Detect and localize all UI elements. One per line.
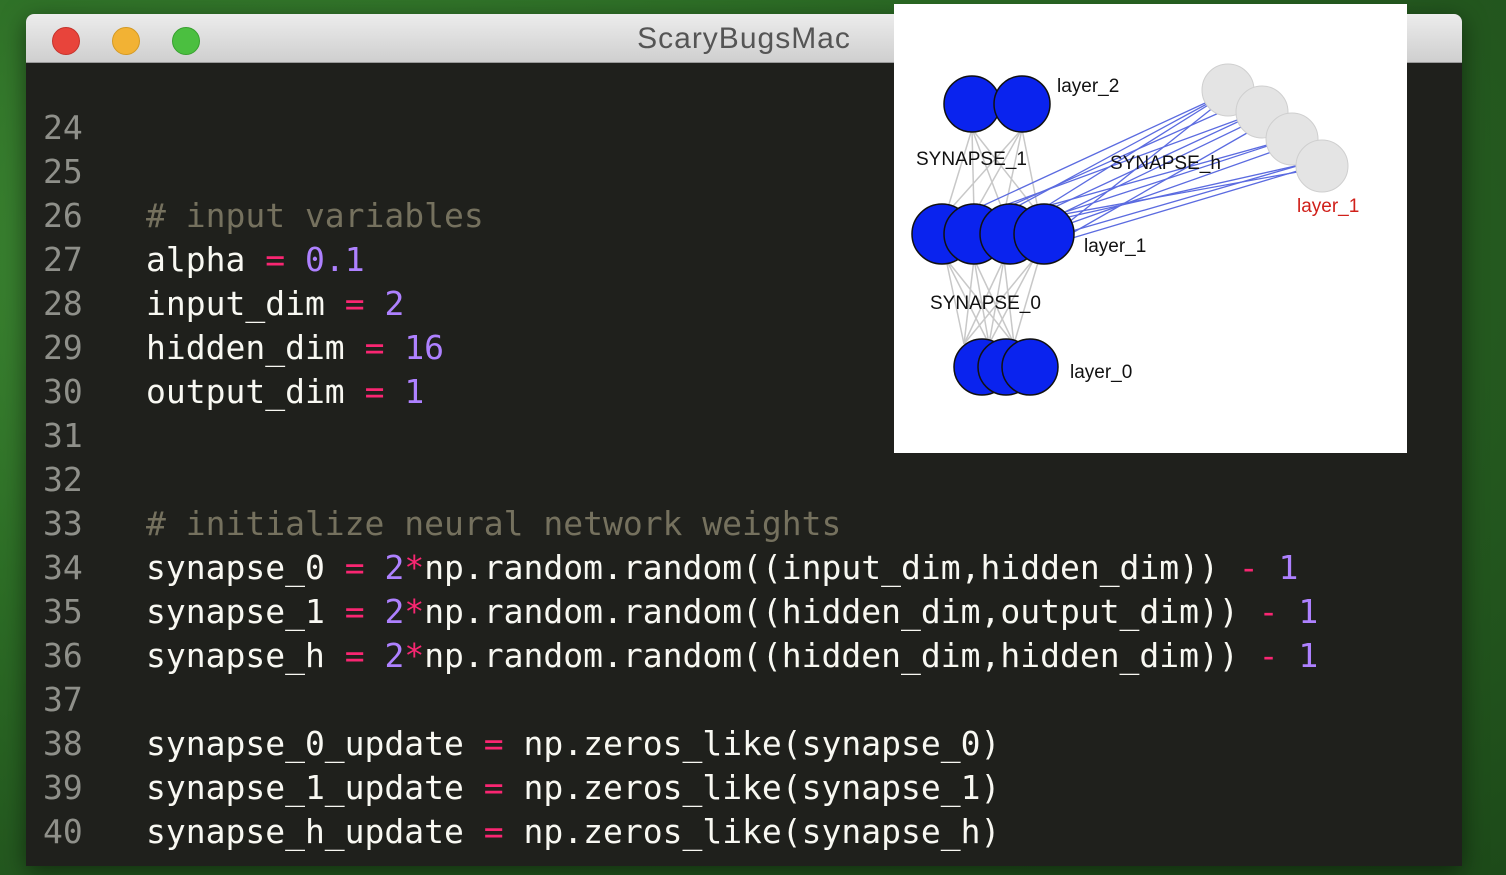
synapse-0-label: SYNAPSE_0 — [930, 293, 1041, 314]
code-line: 34 synapse_1 = 2*np.random.random((hidde… — [26, 502, 1462, 631]
code-line: 37 synapse_0_update = np.zeros_like(syna… — [26, 634, 1462, 763]
previous-layer-1-label: layer_1 — [1297, 196, 1359, 217]
code-line: 39 synapse_h_update = np.zeros_like(syna… — [26, 722, 1462, 851]
code-line: 35 synapse_h = 2*np.random.random((hidde… — [26, 546, 1462, 675]
synapse-h-label: SYNAPSE_h — [1110, 153, 1221, 174]
code-line: 40 — [26, 766, 1462, 851]
code-call: np.zeros_like(synapse_h) — [523, 812, 1001, 851]
code-line: 38 synapse_1_update = np.zeros_like(syna… — [26, 678, 1462, 807]
rnn-diagram: layer_2 SYNAPSE_1 SYNAPSE_h layer_1 laye… — [894, 4, 1407, 453]
layer-2-label: layer_2 — [1057, 76, 1119, 97]
line-number: 40 — [43, 812, 83, 851]
layer-1-nodes — [911, 203, 1075, 265]
code-line: 33 synapse_0 = 2*np.random.random((input… — [26, 458, 1462, 587]
synapse-1-label: SYNAPSE_1 — [916, 149, 1027, 170]
layer-2-nodes — [943, 75, 1051, 133]
code-variable: synapse_h_update — [146, 812, 464, 851]
layer-1-label: layer_1 — [1084, 236, 1146, 257]
layer-0-nodes — [953, 338, 1059, 396]
code-line: 36 — [26, 590, 1462, 675]
layer-0-label: layer_0 — [1070, 362, 1132, 383]
rnn-diagram-svg: layer_2 SYNAPSE_1 SYNAPSE_h layer_1 laye… — [911, 63, 1359, 396]
code-operator: = — [483, 812, 504, 851]
